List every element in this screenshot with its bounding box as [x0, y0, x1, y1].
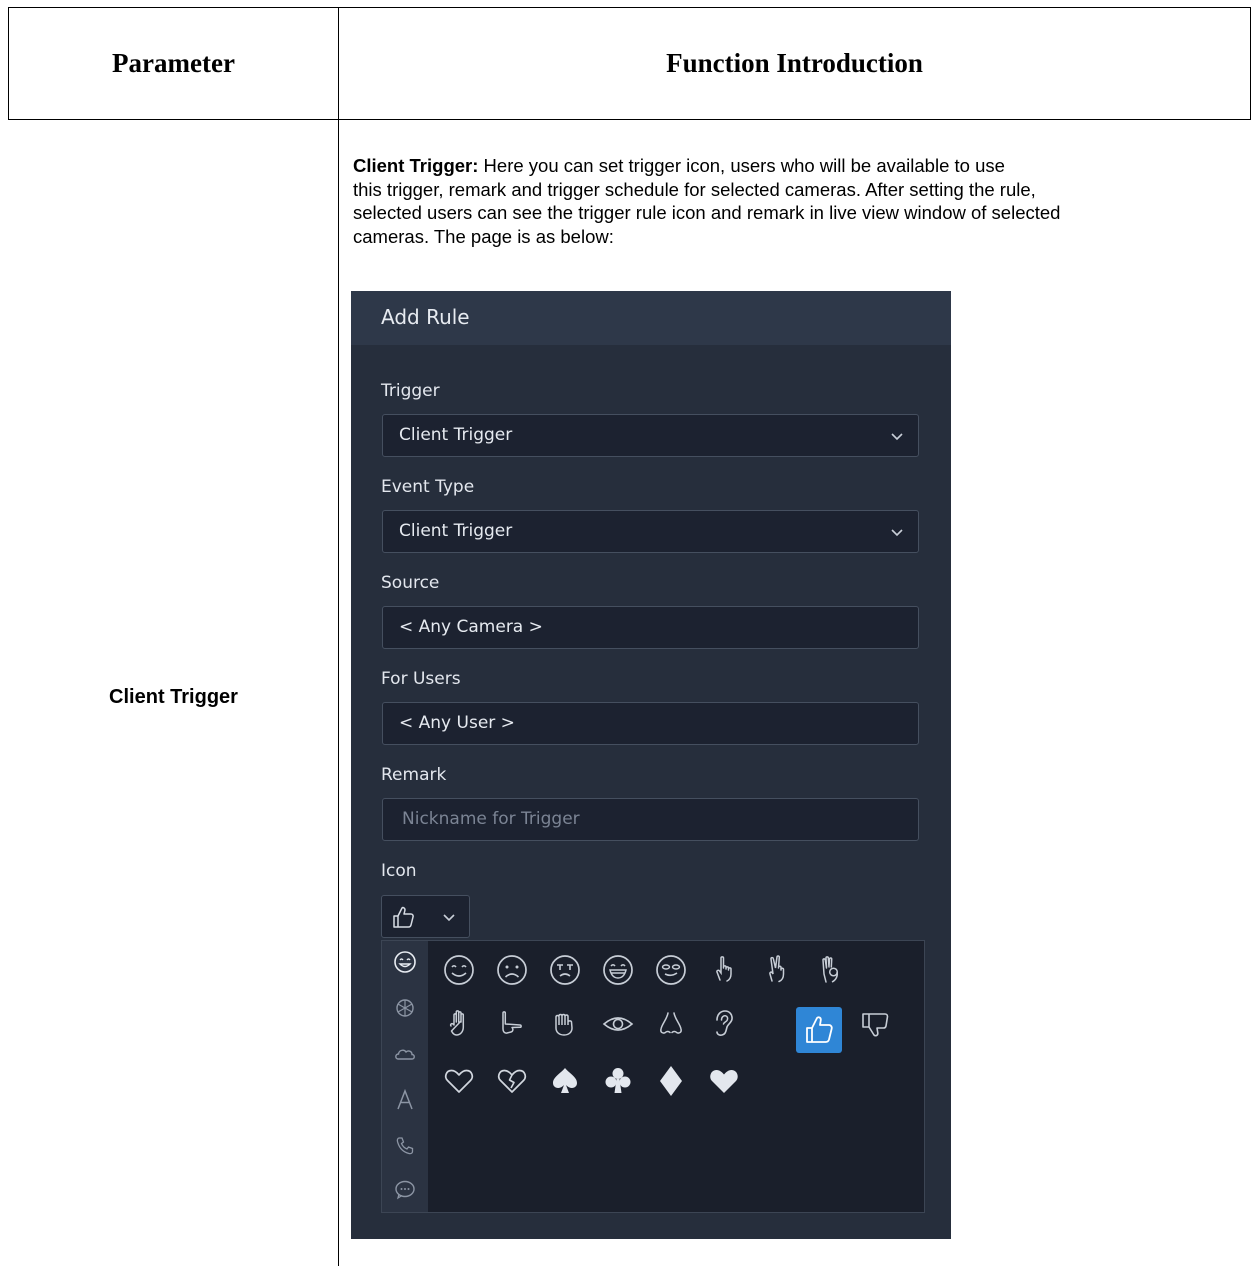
source-field-value: < Any Camera > — [399, 617, 543, 637]
description-line-4: cameras. The page is as below: — [353, 225, 614, 247]
dialog-title: Add Rule — [381, 305, 470, 329]
table-border-middle — [338, 7, 339, 1266]
spade-icon[interactable] — [542, 1058, 588, 1104]
icon-label: Icon — [381, 861, 417, 881]
for-users-label: For Users — [381, 669, 461, 689]
trigger-select[interactable]: Client Trigger — [382, 414, 919, 457]
source-field[interactable]: < Any Camera > — [382, 606, 919, 649]
for-users-field-value: < Any User > — [399, 713, 515, 733]
row-parameter-label: Client Trigger — [109, 686, 238, 708]
description-line-1: Here you can set trigger icon, users who… — [478, 155, 1005, 176]
frown-icon[interactable] — [489, 947, 535, 993]
smiley-icon[interactable] — [390, 947, 420, 977]
function-description: Client Trigger: Here you can set trigger… — [353, 154, 1243, 248]
ok-hand-icon[interactable] — [807, 947, 853, 993]
smirk-icon[interactable] — [648, 947, 694, 993]
trigger-select-value: Client Trigger — [399, 425, 513, 445]
recycle-icon[interactable] — [390, 993, 420, 1023]
letter-a-icon[interactable] — [390, 1085, 420, 1115]
fist-icon[interactable] — [542, 1001, 588, 1047]
event-type-select[interactable]: Client Trigger — [382, 510, 919, 553]
description-line-2: this trigger, remark and trigger schedul… — [353, 178, 1036, 200]
chevron-down-icon — [443, 914, 455, 922]
club-icon[interactable] — [595, 1058, 641, 1104]
thumbs-up-icon — [393, 906, 414, 928]
source-label: Source — [381, 573, 440, 593]
eye-icon[interactable] — [595, 1001, 641, 1047]
ear-icon[interactable] — [701, 1001, 747, 1047]
phone-icon[interactable] — [390, 1131, 420, 1161]
icon-select[interactable] — [381, 895, 470, 938]
pointing-finger-icon[interactable] — [701, 947, 747, 993]
remark-input-placeholder: Nickname for Trigger — [402, 809, 580, 829]
remark-label: Remark — [381, 765, 447, 785]
crying-icon[interactable] — [542, 947, 588, 993]
diamond-icon[interactable] — [648, 1058, 694, 1104]
add-rule-dialog: Add Rule Trigger Client Trigger Event Ty… — [351, 291, 951, 1239]
nose-icon[interactable] — [648, 1001, 694, 1047]
event-type-label: Event Type — [381, 477, 475, 497]
smile-icon[interactable] — [436, 947, 482, 993]
chevron-down-icon — [891, 529, 903, 537]
broken-heart-icon[interactable] — [489, 1058, 535, 1104]
event-type-select-value: Client Trigger — [399, 521, 513, 541]
trigger-label: Trigger — [381, 381, 440, 401]
for-users-field[interactable]: < Any User > — [382, 702, 919, 745]
icon-category-bar — [382, 941, 428, 1212]
hand-point-icon[interactable] — [489, 1001, 535, 1047]
remark-input[interactable]: Nickname for Trigger — [382, 798, 919, 841]
raised-hand-icon[interactable] — [436, 1001, 482, 1047]
chevron-down-icon — [891, 433, 903, 441]
victory-hand-icon[interactable] — [754, 947, 800, 993]
cloud-icon[interactable] — [390, 1039, 420, 1069]
description-line-3: selected users can see the trigger rule … — [353, 202, 1061, 223]
dialog-header: Add Rule — [351, 291, 951, 345]
icon-picker-panel — [381, 940, 925, 1213]
header-function-introduction: Function Introduction — [666, 48, 923, 78]
thumbs-up-icon[interactable] — [796, 1007, 842, 1053]
laughing-icon[interactable] — [595, 947, 641, 993]
heart-outline-icon[interactable] — [436, 1058, 482, 1104]
heart-filled-icon[interactable] — [701, 1058, 747, 1104]
description-lead: Client Trigger: — [353, 155, 479, 176]
table-header-divider — [8, 119, 1251, 120]
thumbs-down-icon[interactable] — [852, 1003, 898, 1049]
header-parameter: Parameter — [112, 48, 235, 78]
chat-bubble-icon[interactable] — [390, 1175, 420, 1205]
